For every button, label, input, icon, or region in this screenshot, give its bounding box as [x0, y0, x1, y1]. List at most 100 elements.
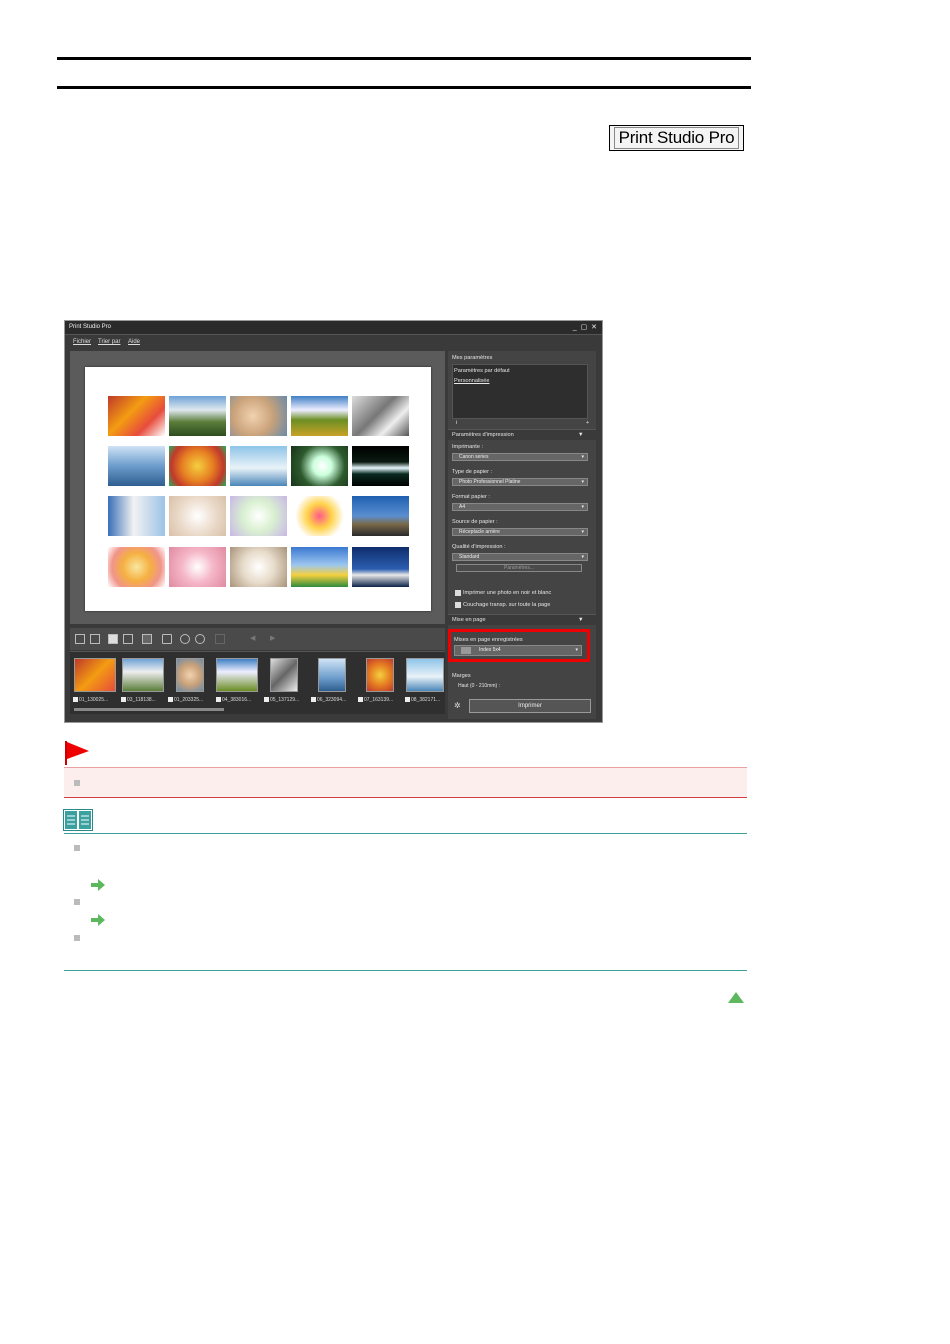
back-to-top-icon[interactable] — [728, 992, 744, 1003]
collapse-icon[interactable]: ▼ — [578, 617, 584, 623]
photo-thumbnail — [108, 396, 165, 436]
product-badge: Print Studio Pro — [609, 125, 744, 151]
zoom-in-icon[interactable] — [195, 634, 205, 644]
paper-type-label: Type de papier : — [452, 469, 493, 475]
photo-thumbnail — [352, 396, 409, 436]
custom-settings-item[interactable]: Personnalisée — [454, 378, 489, 384]
caution-flag-icon — [65, 741, 89, 765]
paper-type-select[interactable]: Photo Professionnel Platine ▾ — [452, 478, 588, 486]
highlight-box — [448, 629, 590, 662]
photo-thumbnail — [230, 396, 287, 436]
filmstrip-thumb[interactable] — [366, 658, 394, 692]
photo-thumbnail — [291, 396, 348, 436]
print-settings-header[interactable]: Paramètres d'impression ▼ — [448, 429, 596, 440]
coating-option-label: Couchage transp. sur toute la page — [463, 602, 551, 608]
photo-thumbnail — [108, 496, 165, 536]
add-setting-icon[interactable]: + — [586, 420, 589, 426]
crop-icon[interactable] — [162, 634, 172, 644]
default-settings-item[interactable]: Paramètres par défaut — [454, 368, 510, 374]
photo-thumbnail — [169, 396, 226, 436]
coating-checkbox[interactable] — [455, 602, 461, 608]
collapse-icon[interactable]: ▼ — [578, 432, 584, 438]
photo-thumbnail — [291, 446, 348, 486]
print-preview-page — [85, 367, 431, 611]
print-button[interactable]: Imprimer — [469, 699, 591, 713]
next-page-icon[interactable]: ▶ — [270, 634, 280, 644]
margins-label: Marges — [452, 673, 471, 679]
filmstrip: 01_130025... 03_118138... 01_203325... 0… — [70, 651, 445, 714]
menu-sort[interactable]: Trier par — [98, 339, 120, 345]
link-arrow-icon[interactable] — [91, 914, 105, 926]
window-title: Print Studio Pro — [69, 324, 112, 330]
photo-thumbnail — [169, 496, 226, 536]
layout-section-header[interactable]: Mise en page ▼ — [448, 614, 596, 625]
top-rule — [57, 57, 751, 60]
photo-thumbnail — [291, 547, 348, 587]
note-bullet — [74, 935, 80, 941]
gear-icon[interactable]: ✲ — [454, 701, 461, 710]
prev-page-icon[interactable]: ◀ — [250, 634, 260, 644]
note-bullet — [74, 899, 80, 905]
menu-bar: Fichier Trier par Aide — [65, 335, 602, 349]
paper-source-select[interactable]: Réceptacle arrière ▾ — [452, 528, 588, 536]
note-bottom-divider — [64, 970, 747, 971]
photo-thumbnail — [230, 496, 287, 536]
filmstrip-scrollbar[interactable] — [74, 708, 224, 711]
filmstrip-thumb[interactable] — [176, 658, 204, 692]
filmstrip-thumb[interactable] — [406, 658, 444, 692]
link-arrow-icon[interactable] — [91, 879, 105, 891]
frame-icon[interactable] — [142, 634, 152, 644]
filmstrip-label[interactable]: 05_137129... — [264, 697, 299, 703]
filmstrip-thumb[interactable] — [74, 658, 116, 692]
photo-thumbnail — [352, 496, 409, 536]
photo-thumbnail — [352, 446, 409, 486]
app-window: Print Studio Pro _ ▢ ✕ Fichier Trier par… — [64, 320, 603, 723]
edit-toolbar: ◀ ▶ — [70, 628, 445, 650]
bw-checkbox[interactable] — [455, 590, 461, 596]
photo-thumbnail — [169, 446, 226, 486]
zoom-out-icon[interactable] — [180, 634, 190, 644]
info-icon[interactable]: i — [456, 420, 457, 426]
filmstrip-label[interactable]: 01_203325... — [168, 697, 203, 703]
caution-box — [64, 767, 747, 798]
caution-bullet — [74, 780, 80, 786]
filmstrip-thumb[interactable] — [270, 658, 298, 692]
filmstrip-label[interactable]: 04_383016... — [216, 697, 251, 703]
filmstrip-thumb[interactable] — [122, 658, 164, 692]
quality-settings-button[interactable]: Paramètres... — [456, 564, 582, 572]
my-settings-title: Mes paramètres — [452, 355, 493, 361]
paper-size-select[interactable]: A4 ▾ — [452, 503, 588, 511]
fit-icon[interactable] — [215, 634, 225, 644]
filmstrip-thumb[interactable] — [318, 658, 346, 692]
filmstrip-label[interactable]: 08_382171... — [405, 697, 440, 703]
rotate-right-icon[interactable] — [90, 634, 100, 644]
settings-list: Paramètres par défaut Personnalisée — [452, 364, 588, 419]
filmstrip-label[interactable]: 01_130025... — [73, 697, 108, 703]
paper-source-label: Source de papier : — [452, 519, 498, 525]
menu-file[interactable]: Fichier — [73, 339, 91, 345]
photo-thumbnail — [108, 547, 165, 587]
window-controls[interactable]: _ ▢ ✕ — [573, 323, 598, 331]
paper-size-label: Format papier : — [452, 494, 490, 500]
filmstrip-label[interactable]: 07_163139... — [358, 697, 393, 703]
photo-thumbnail — [108, 446, 165, 486]
quality-select[interactable]: Standard ▾ — [452, 553, 588, 561]
margin-top-label: Haut (0 - 210mm) : — [458, 683, 500, 689]
text-icon[interactable] — [123, 634, 133, 644]
printer-label: Imprimante : — [452, 444, 484, 450]
filmstrip-label[interactable]: 06_323094... — [311, 697, 346, 703]
photo-thumbnail — [169, 547, 226, 587]
menu-help[interactable]: Aide — [128, 339, 140, 345]
note-divider — [64, 833, 747, 834]
quality-label: Qualité d'impression : — [452, 544, 506, 550]
filmstrip-thumb[interactable] — [216, 658, 258, 692]
note-book-icon — [63, 809, 93, 831]
photo-thumbnail — [230, 547, 287, 587]
rotate-left-icon[interactable] — [75, 634, 85, 644]
filmstrip-label[interactable]: 03_118138... — [121, 697, 156, 703]
printer-select[interactable]: Canon series ▾ — [452, 453, 588, 461]
layout-icon[interactable] — [108, 634, 118, 644]
settings-panel: Mes paramètres Paramètres par défaut Per… — [448, 351, 596, 719]
preview-area — [70, 351, 445, 624]
photo-thumbnail — [291, 496, 348, 536]
